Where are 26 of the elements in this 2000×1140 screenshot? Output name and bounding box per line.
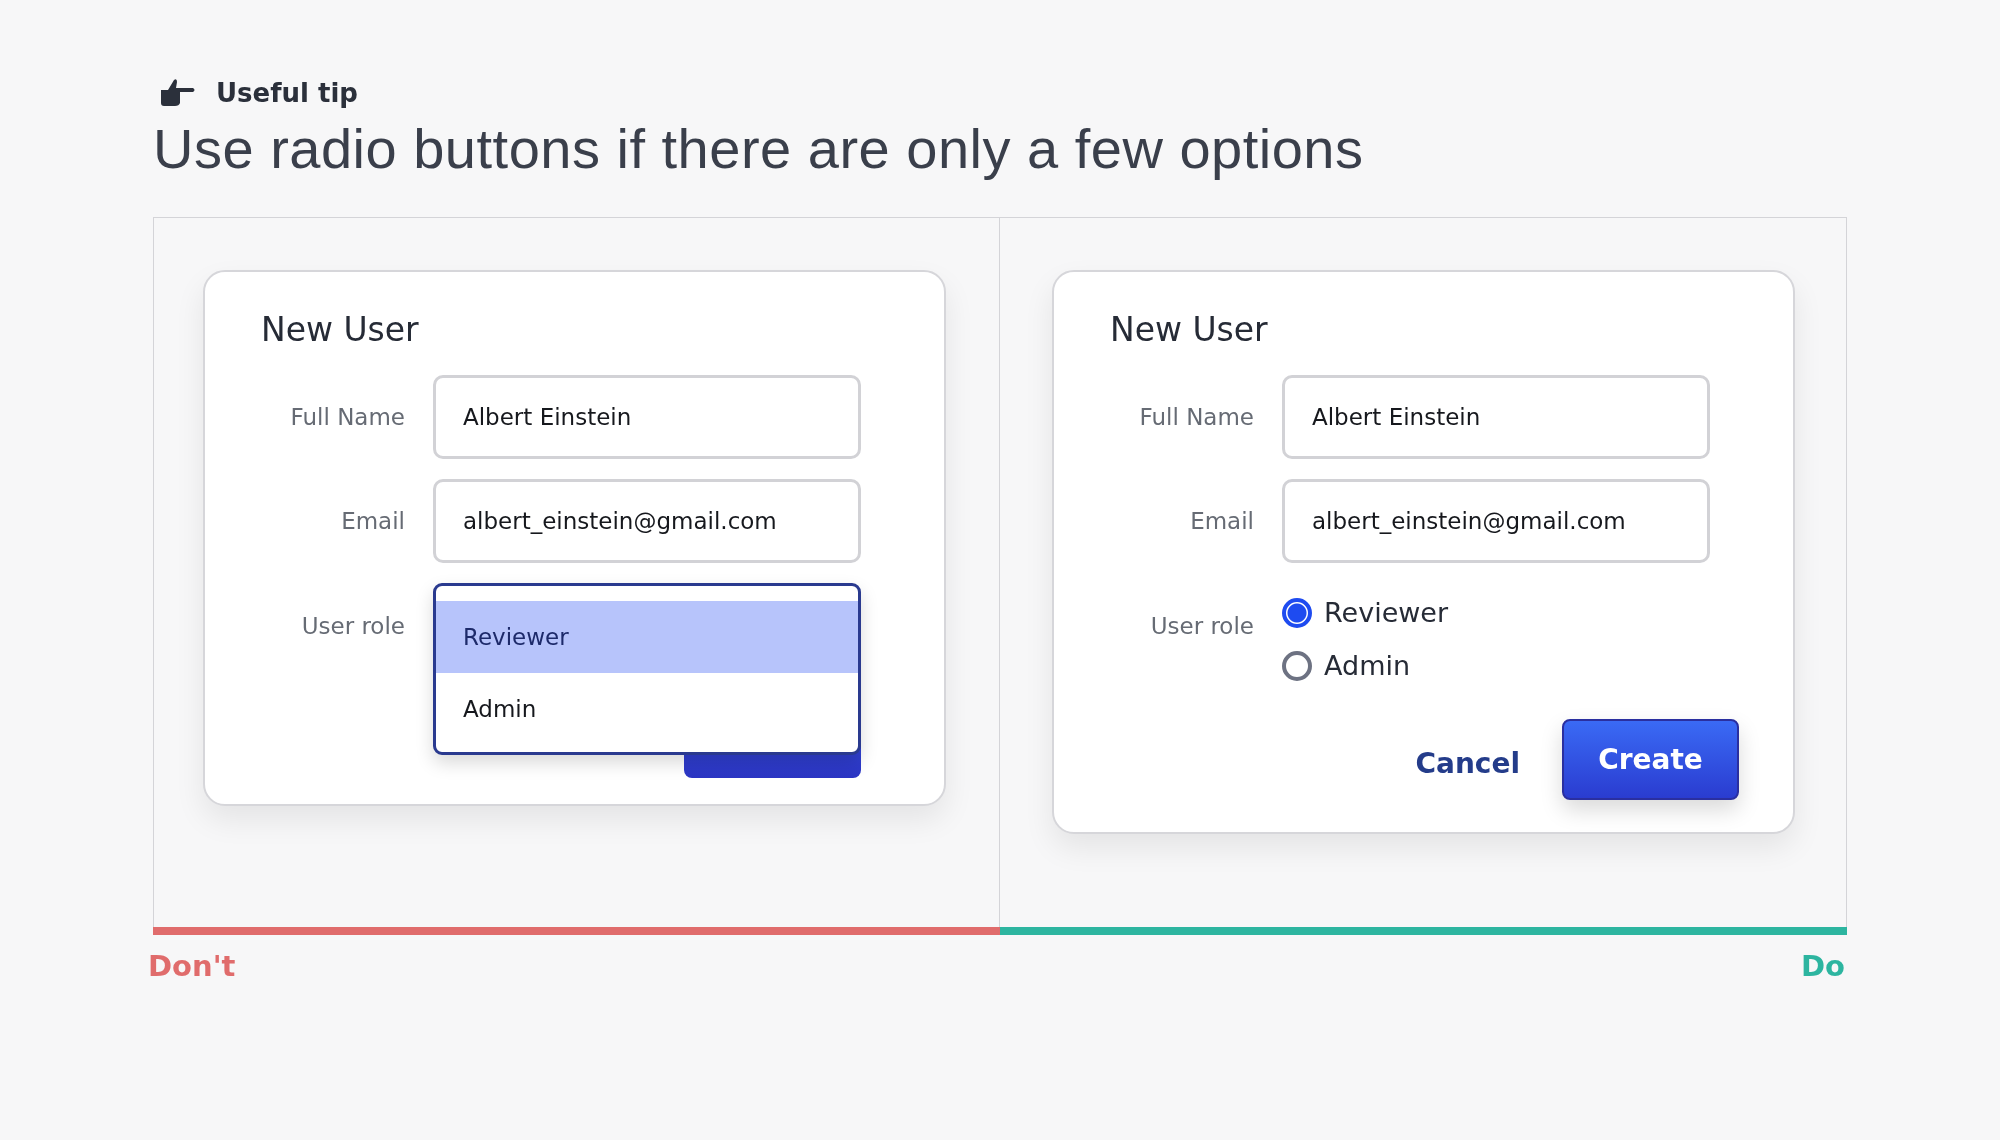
headline: Use radio buttons if there are only a few options (153, 116, 1365, 181)
verdict-label: Do (1800, 949, 1845, 983)
pointing-hand-icon (158, 78, 196, 108)
tip-label: Useful tip (216, 78, 358, 108)
field-label: User role (301, 613, 405, 639)
radio-button[interactable] (1282, 597, 1312, 628)
dropdown-option[interactable]: Reviewer (436, 601, 858, 673)
dropdown-list[interactable]: Reviewer Admin (433, 583, 861, 755)
field-label: Email (1190, 508, 1254, 534)
field-label: User role (1150, 613, 1254, 639)
text-field[interactable]: Albert Einstein (1282, 375, 1710, 459)
text-field[interactable]: albert_einstein@gmail.com (1282, 479, 1710, 563)
field-label: Full Name (290, 404, 405, 430)
field-label: Full Name (1139, 404, 1254, 430)
radio-label[interactable]: Reviewer (1324, 597, 1449, 628)
create-button[interactable]: Create (1562, 719, 1739, 800)
text-field[interactable]: albert_einstein@gmail.com (433, 479, 861, 563)
verdict-label: Don't (148, 949, 237, 983)
text-field[interactable]: Albert Einstein (433, 375, 861, 459)
dialog-title: New User (1110, 310, 1269, 349)
cancel-link[interactable]: Cancel (1415, 739, 1520, 780)
radio-button[interactable] (1282, 650, 1312, 681)
field-label: Email (341, 508, 405, 534)
dropdown-option[interactable]: Admin (436, 673, 858, 745)
dialog-title: New User (261, 310, 420, 349)
radio-label[interactable]: Admin (1324, 650, 1411, 681)
